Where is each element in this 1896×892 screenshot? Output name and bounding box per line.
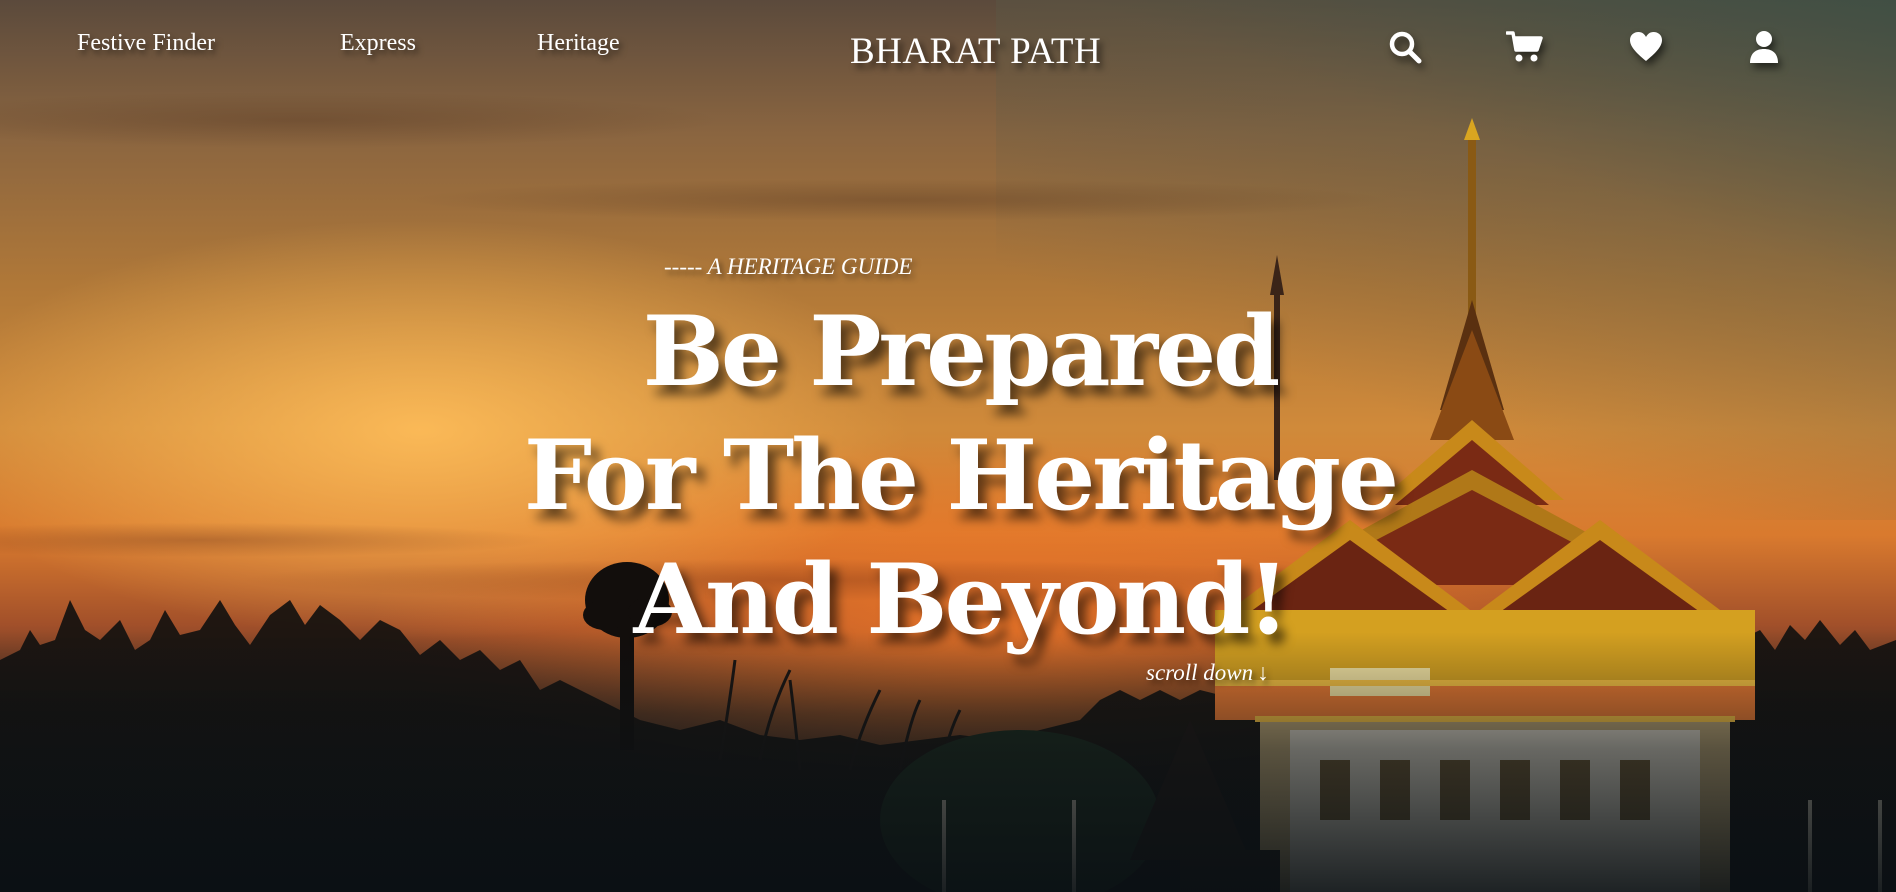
- heart-icon: [1630, 32, 1662, 61]
- cart-icon: [1506, 31, 1543, 62]
- top-nav: Festive Finder Express Heritage BHARAT P…: [0, 0, 1896, 96]
- nav-link-festive-finder[interactable]: Festive Finder: [77, 30, 215, 57]
- user-icon: [1750, 31, 1778, 63]
- hero-headline: Be Prepared For The Heritage And Beyond!: [460, 290, 1460, 662]
- headline-line-2: For The Heritage: [523, 419, 1399, 532]
- nav-link-express[interactable]: Express: [340, 30, 416, 57]
- arrow-down-icon: ↓: [1257, 660, 1269, 685]
- hero-eyebrow: ----- A HERITAGE GUIDE: [664, 254, 913, 279]
- headline-line-1: Be Prepared: [642, 295, 1281, 408]
- search-icon: [1389, 31, 1422, 64]
- cart-button[interactable]: [1506, 28, 1544, 66]
- nav-link-heritage[interactable]: Heritage: [537, 30, 620, 57]
- scroll-down-link[interactable]: scroll down ↓: [1146, 660, 1269, 686]
- headline-line-3: And Beyond!: [633, 543, 1290, 656]
- brand-logo[interactable]: BHARAT PATH: [850, 30, 1101, 73]
- account-button[interactable]: [1745, 28, 1783, 66]
- wishlist-button[interactable]: [1627, 28, 1665, 66]
- bottom-shade: [0, 632, 1896, 892]
- scroll-down-label: scroll down: [1146, 660, 1254, 685]
- search-button[interactable]: [1386, 28, 1424, 66]
